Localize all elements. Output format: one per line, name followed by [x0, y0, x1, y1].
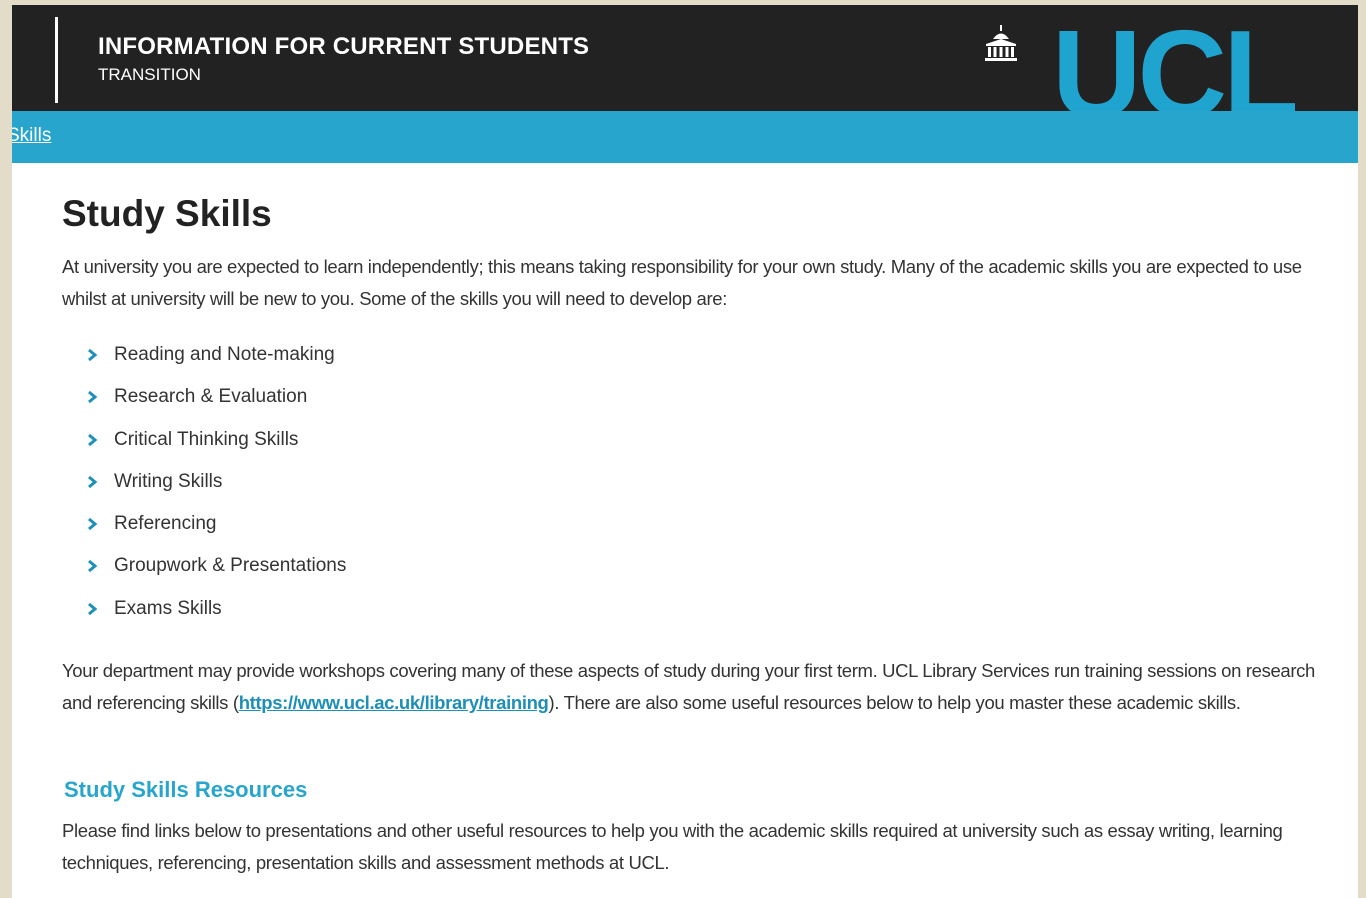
- skill-label: Referencing: [114, 513, 217, 535]
- chevron-right-icon: [88, 602, 98, 615]
- breadcrumb-bar: Skills: [12, 111, 1358, 163]
- portico-icon: [985, 25, 1017, 61]
- header-divider: [55, 17, 58, 103]
- intro-paragraph: At university you are expected to learn …: [62, 256, 1302, 309]
- skill-label: Groupwork & Presentations: [114, 555, 347, 577]
- skill-label: Critical Thinking Skills: [114, 428, 299, 450]
- skill-label: Research & Evaluation: [114, 386, 308, 408]
- chevron-right-icon: [88, 391, 98, 404]
- skill-label: Exams Skills: [114, 597, 222, 619]
- chevron-right-icon: [88, 348, 98, 362]
- page-frame: INFORMATION FOR CURRENT STUDENTS TRANSIT…: [12, 5, 1358, 898]
- site-header: INFORMATION FOR CURRENT STUDENTS TRANSIT…: [12, 5, 1358, 111]
- resources-paragraph: Please find links below to presentations…: [62, 820, 1283, 873]
- department-paragraph: Your department may provide workshops co…: [62, 655, 1342, 719]
- breadcrumb-skills-link[interactable]: Skills: [12, 125, 51, 147]
- site-subtitle: TRANSITION: [98, 65, 201, 84]
- chevron-right-icon: [88, 560, 98, 573]
- ucl-logo[interactable]: UCL: [1052, 19, 1295, 111]
- chevron-right-icon: [88, 518, 98, 531]
- chevron-right-icon: [88, 475, 98, 489]
- page-title: Study Skills: [62, 193, 272, 234]
- chevron-right-icon: [88, 433, 98, 446]
- department-text-after: ). There are also some useful resources …: [548, 692, 1241, 713]
- skill-label: Reading and Note-making: [114, 344, 335, 365]
- site-title: INFORMATION FOR CURRENT STUDENTS: [98, 33, 590, 60]
- library-training-link[interactable]: https://www.ucl.ac.uk/library/training: [239, 692, 549, 713]
- resources-heading: Study Skills Resources: [64, 777, 308, 802]
- skill-label: Writing Skills: [114, 470, 223, 492]
